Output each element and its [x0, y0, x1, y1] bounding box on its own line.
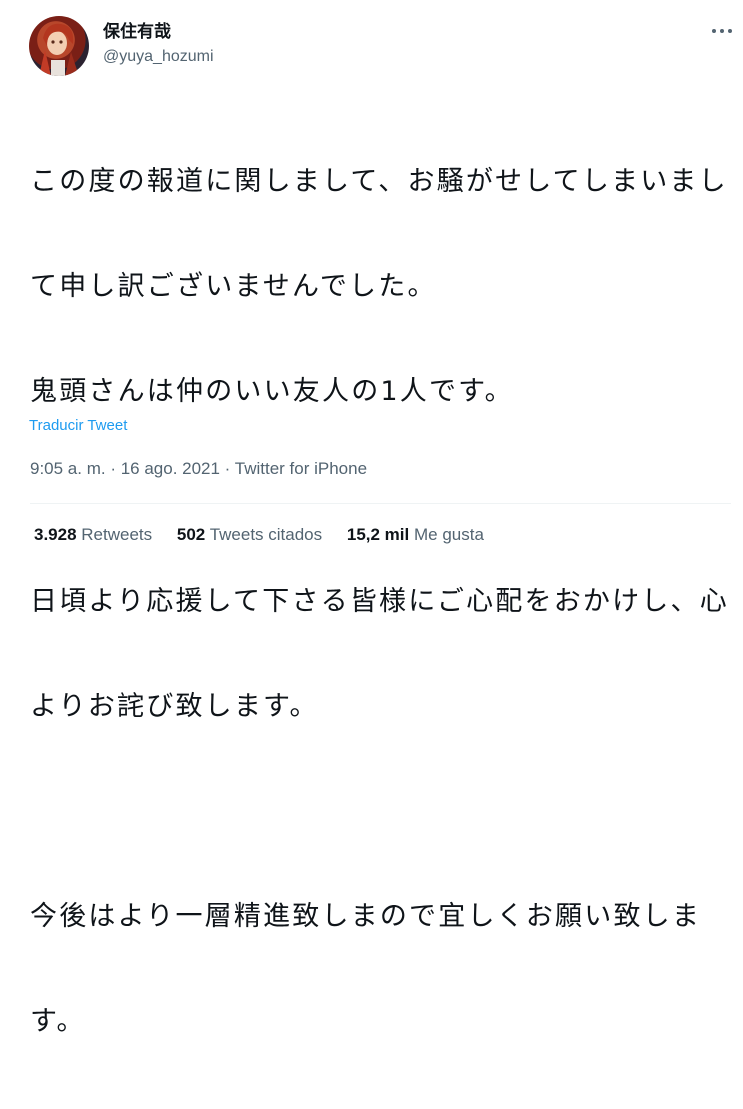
tweet-metadata: 9:05 a. m. · 16 ago. 2021 · Twitter for …: [30, 458, 367, 480]
tweet-text-line: て申し訳ございませんでした。: [30, 271, 437, 302]
translate-tweet-link[interactable]: Traducir Tweet: [29, 416, 127, 436]
retweets-stat[interactable]: 3.928 Retweets: [34, 524, 152, 546]
quote-tweets-stat[interactable]: 502 Tweets citados: [177, 524, 322, 546]
tweet-text-line: よりお詫び致します。: [30, 691, 319, 722]
tweet-text-line: [30, 479, 730, 514]
tweet-text-line: 今後はより一層精進致しまので宜しくお願い致しま: [30, 901, 702, 932]
engagement-stats: 3.928 Retweets 502 Tweets citados 15,2 m…: [34, 524, 504, 546]
source-app[interactable]: Twitter for iPhone: [235, 459, 367, 478]
timestamp[interactable]: 9:05 a. m. · 16 ago. 2021 ·: [30, 459, 235, 478]
tweet-text-line: 鬼頭さんは仲のいい友人の1人です。: [30, 376, 514, 407]
quotes-label: Tweets citados: [209, 525, 323, 544]
tweet-text-line: この度の報道に関しまして、お騒がせしてしまいまし: [30, 166, 728, 197]
likes-count: 15,2 mil: [346, 525, 410, 544]
retweets-count: 3.928: [34, 525, 77, 544]
retweets-label: Retweets: [81, 525, 153, 544]
tweet-text-line: 日頃より応援して下さる皆様にご心配をおかけし、心: [30, 586, 729, 617]
tweet-text: この度の報道に関しまして、お騒がせしてしまいまし て申し訳ございませんでした。 …: [30, 94, 730, 1109]
divider: [30, 503, 731, 504]
avatar[interactable]: [29, 16, 89, 76]
more-options-icon[interactable]: [711, 24, 733, 38]
quotes-count: 502: [176, 525, 206, 544]
tweet-text-line: [30, 794, 730, 829]
author-handle[interactable]: @yuya_hozumi: [103, 47, 214, 67]
likes-label: Me gusta: [413, 525, 484, 544]
author-name[interactable]: 保住有哉: [103, 22, 171, 42]
likes-stat[interactable]: 15,2 mil Me gusta: [347, 524, 484, 546]
tweet-card: 保住有哉 @yuya_hozumi この度の報道に関しまして、お騒がせしてしまい…: [0, 0, 743, 1037]
tweet-text-line: す。: [30, 1006, 86, 1037]
